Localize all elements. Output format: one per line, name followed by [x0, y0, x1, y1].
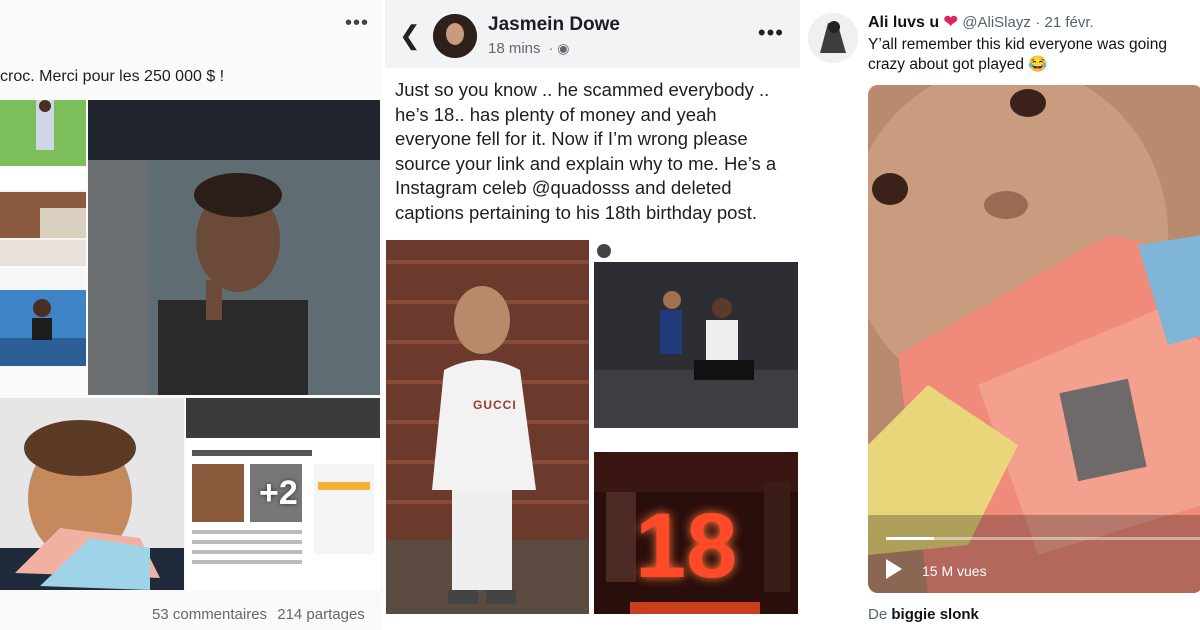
photo-boy-money[interactable] — [0, 398, 184, 590]
shares-count[interactable]: 214 partages — [277, 606, 365, 623]
left-facebook-post: ••• croc. Merci pour les 250 000 $ ! +2 … — [0, 0, 383, 630]
tweet-header: Ali luvs u ❤ @AliSlayz · 21 févr. — [868, 12, 1094, 31]
view-count: 15 M vues — [922, 563, 987, 579]
tweet-text: Y’all remember this kid everyone was goi… — [868, 36, 1167, 73]
source-prefix: De — [868, 606, 888, 623]
more-options-icon[interactable]: ••• — [758, 20, 784, 46]
more-options-icon[interactable]: ••• — [345, 12, 369, 35]
author-avatar[interactable] — [433, 14, 477, 58]
photo-thumb-2[interactable] — [0, 168, 86, 266]
birthday-number-18: 18 — [635, 495, 738, 597]
video-progress-bar[interactable] — [886, 537, 1200, 540]
middle-facebook-post: ❮ Jasmein Dowe 18 mins · ◉ ••• Just so y… — [385, 0, 800, 630]
photo-thumb-1[interactable] — [0, 100, 86, 166]
source-name[interactable]: biggie slonk — [891, 606, 979, 623]
play-icon[interactable] — [886, 559, 902, 579]
user-avatar[interactable] — [808, 13, 858, 63]
display-name[interactable]: Ali luvs u — [868, 14, 939, 31]
video-source: De biggie slonk — [868, 606, 979, 623]
post-time-text: 18 mins — [488, 40, 541, 57]
hoodie-logo-text: GUCCI — [473, 398, 517, 412]
instagram-actions-icon: ♡○▷ — [599, 434, 642, 446]
user-handle[interactable]: @AliSlayz — [962, 14, 1031, 31]
photo-thumb-3[interactable] — [0, 268, 86, 366]
comments-count[interactable]: 53 commentaires — [152, 606, 267, 623]
right-tweet: Ali luvs u ❤ @AliSlayz · 21 févr. Y’all … — [803, 0, 1200, 630]
instagram-avatar — [597, 244, 611, 258]
tweet-date[interactable]: 21 févr. — [1044, 14, 1093, 31]
photo-gucci-hoodie[interactable] — [386, 240, 589, 614]
tweet-video[interactable]: 15 M vues — [868, 85, 1200, 593]
photo-boy-large[interactable] — [88, 100, 380, 395]
post-caption: croc. Merci pour les 250 000 $ ! — [0, 68, 225, 85]
more-photos-count[interactable]: +2 — [259, 474, 298, 513]
engagement-stats: 53 commentaires 214 partages — [152, 606, 371, 623]
photo-instagram-post[interactable] — [594, 240, 798, 448]
globe-icon: · ◉ — [548, 40, 570, 56]
instagram-handle: quadosss — [615, 245, 662, 256]
heart-icon: ❤ — [943, 12, 958, 31]
post-time: 18 mins · ◉ — [488, 40, 569, 57]
post-body-text: Just so you know .. he scammed everybody… — [395, 79, 777, 223]
author-name[interactable]: Jasmein Dowe — [488, 14, 620, 36]
back-arrow-icon[interactable]: ❮ — [399, 20, 421, 51]
